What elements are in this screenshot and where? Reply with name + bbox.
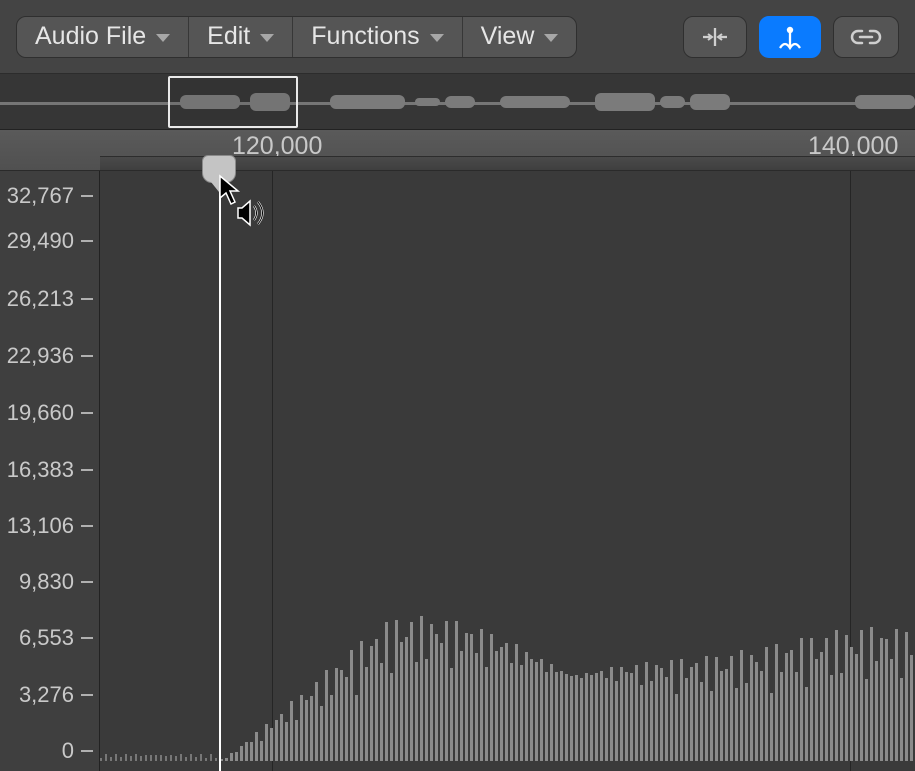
menu-functions[interactable]: Functions bbox=[293, 17, 462, 57]
menu-view[interactable]: View bbox=[463, 17, 577, 57]
chevron-down-icon bbox=[544, 34, 558, 42]
menu-label: Edit bbox=[207, 22, 250, 51]
transient-icon bbox=[700, 26, 730, 48]
axis-label: 16,383 bbox=[7, 457, 74, 483]
axis-label: 3,276 bbox=[19, 682, 74, 708]
menu-label: Functions bbox=[311, 22, 419, 51]
menu-audio-file[interactable]: Audio File bbox=[17, 17, 189, 57]
axis-label: 13,106 bbox=[7, 513, 74, 539]
waveform-canvas[interactable] bbox=[100, 171, 915, 771]
overview-selection[interactable] bbox=[168, 76, 298, 128]
chevron-down-icon bbox=[260, 34, 274, 42]
axis-label: 22,936 bbox=[7, 343, 74, 369]
flex-button[interactable] bbox=[759, 16, 821, 58]
menu-group: Audio File Edit Functions View bbox=[16, 16, 577, 58]
time-ruler[interactable]: 120,000 140,000 bbox=[0, 130, 915, 171]
axis-label: 6,553 bbox=[19, 625, 74, 651]
overview-lane[interactable] bbox=[0, 74, 915, 130]
menu-edit[interactable]: Edit bbox=[189, 17, 293, 57]
playhead-handle[interactable] bbox=[202, 155, 236, 183]
menu-label: View bbox=[481, 22, 535, 51]
amplitude-axis: 32,767 29,490 26,213 22,936 19,660 16,38… bbox=[0, 171, 100, 771]
axis-label: 26,213 bbox=[7, 286, 74, 312]
chevron-down-icon bbox=[156, 34, 170, 42]
waveform bbox=[100, 171, 915, 771]
axis-label: 29,490 bbox=[7, 228, 74, 254]
link-icon bbox=[850, 27, 882, 47]
flex-icon bbox=[776, 24, 804, 50]
axis-label: 9,830 bbox=[19, 569, 74, 595]
axis-label: 19,660 bbox=[7, 400, 74, 426]
axis-label: 0 bbox=[62, 738, 74, 764]
menu-label: Audio File bbox=[35, 22, 146, 51]
chevron-down-icon bbox=[430, 34, 444, 42]
toolbar: Audio File Edit Functions View bbox=[0, 0, 915, 74]
link-button[interactable] bbox=[833, 16, 899, 58]
playhead-line bbox=[219, 171, 221, 771]
axis-label: 32,767 bbox=[7, 183, 74, 209]
transient-edit-button[interactable] bbox=[683, 16, 747, 58]
